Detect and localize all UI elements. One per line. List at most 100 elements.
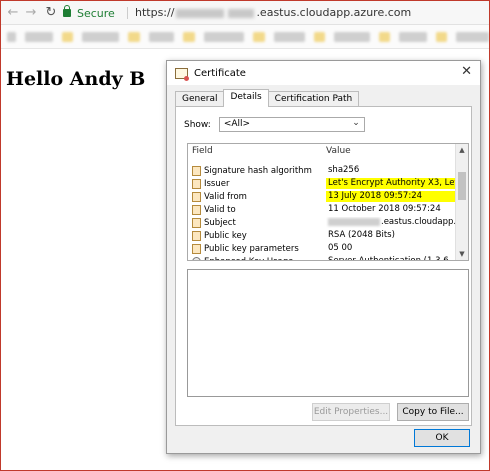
bookmark-item[interactable]	[398, 31, 427, 42]
field-value: Server Authentication (1.3.6....	[328, 256, 456, 261]
bookmark-folder-icon[interactable]	[378, 31, 390, 42]
scroll-up-icon[interactable]: ▲	[456, 144, 468, 156]
list-scrollbar[interactable]: ▲ ▼	[455, 144, 468, 260]
table-row[interactable]: Valid to 11 October 2018 09:57:24	[188, 203, 456, 216]
url-prefix: https://	[135, 6, 175, 19]
forward-arrow-icon[interactable]: →	[23, 5, 39, 21]
certificate-dialog: Certificate ✕ General Details Certificat…	[166, 60, 481, 454]
url-field[interactable]: https:// .eastus.cloudapp.azure.com	[135, 6, 411, 19]
bookmarks-bar	[1, 25, 489, 49]
show-filter: Show: <All> ⌄	[184, 117, 365, 132]
bookmark-folder-icon[interactable]	[128, 31, 140, 42]
value-cell: 11 October 2018 09:57:24	[326, 204, 456, 215]
show-label: Show:	[184, 119, 211, 130]
value-cell: sha256	[326, 165, 456, 176]
bookmark-item[interactable]	[334, 31, 370, 42]
bookmark-folder-icon[interactable]	[314, 31, 326, 42]
bookmark-item[interactable]	[82, 31, 120, 42]
edit-properties-button[interactable]: Edit Properties...	[312, 403, 390, 421]
close-icon[interactable]: ✕	[461, 64, 472, 80]
bookmark-folder-icon[interactable]	[253, 31, 265, 42]
field-name: Subject	[204, 217, 236, 228]
value-cell: Let's Encrypt Authority X3, Let...	[326, 178, 456, 189]
field-name: Issuer	[204, 178, 230, 189]
list-header: Field Value	[188, 144, 468, 158]
bookmark-folder-icon[interactable]	[62, 31, 74, 42]
column-header-value[interactable]: Value	[326, 146, 468, 158]
value-cell: Server Authentication (1.3.6....	[326, 256, 456, 261]
table-row[interactable]: Issuer Let's Encrypt Authority X3, Let...	[188, 177, 456, 190]
table-row[interactable]: Signature hash algorithm sha256	[188, 164, 456, 177]
table-row[interactable]: Public key parameters 05 00	[188, 242, 456, 255]
field-cell: Issuer	[188, 178, 326, 189]
certificate-icon	[175, 67, 189, 81]
url-redacted	[228, 8, 255, 18]
bookmark-item[interactable]	[25, 31, 54, 42]
copy-to-file-button[interactable]: Copy to File...	[397, 403, 469, 421]
back-arrow-icon[interactable]: ←	[5, 5, 21, 21]
field-icon	[192, 243, 201, 254]
field-icon	[192, 217, 201, 228]
field-name: Valid from	[204, 191, 247, 202]
column-header-field[interactable]: Field	[188, 146, 326, 158]
chevron-down-icon: ⌄	[352, 118, 360, 128]
field-name: Valid to	[204, 204, 236, 215]
field-value: Let's Encrypt Authority X3, Let...	[328, 178, 456, 188]
bookmark-folder-icon[interactable]	[435, 31, 447, 42]
field-rows: Signature hash algorithm sha256 Issuer Let'…	[188, 164, 456, 261]
dialog-titlebar[interactable]: Certificate ✕	[167, 61, 480, 85]
field-icon	[192, 165, 201, 176]
dialog-title: Certificate	[194, 67, 246, 79]
tab-strip: General Details Certification Path	[175, 89, 360, 107]
security-indicator[interactable]: Secure	[63, 5, 115, 21]
field-value: 11 October 2018 09:57:24	[328, 204, 441, 214]
bookmark-item[interactable]	[148, 31, 175, 42]
tab-general[interactable]: General	[175, 91, 225, 107]
details-panel: Show: <All> ⌄ Field Value Signature hash…	[175, 106, 472, 426]
show-dropdown[interactable]: <All> ⌄	[218, 117, 365, 132]
bookmark-item[interactable]	[203, 31, 245, 42]
extension-icon	[192, 256, 201, 260]
field-icon	[192, 230, 201, 241]
url-redacted	[176, 8, 225, 18]
field-cell: Signature hash algorithm	[188, 165, 326, 176]
table-row[interactable]: Valid from 13 July 2018 09:57:24	[188, 190, 456, 203]
field-list: Field Value Signature hash algorithm sha2…	[187, 143, 469, 261]
field-value: RSA (2048 Bits)	[328, 230, 395, 240]
field-detail-box[interactable]	[187, 269, 469, 397]
bookmark-folder-icon[interactable]	[183, 31, 195, 42]
scroll-thumb[interactable]	[458, 172, 466, 200]
ok-button[interactable]: OK	[414, 429, 470, 447]
url-suffix: .eastus.cloudapp.azure.com	[256, 6, 412, 19]
field-cell: Enhanced Key Usage	[188, 256, 326, 261]
field-icon	[192, 178, 201, 189]
tab-certification-path[interactable]: Certification Path	[267, 91, 360, 107]
field-icon	[192, 204, 201, 215]
field-name: Enhanced Key Usage	[204, 257, 293, 261]
field-value: 13 July 2018 09:57:24	[328, 191, 423, 201]
security-label: Secure	[77, 6, 115, 20]
field-value: 05 00	[328, 243, 353, 253]
scroll-down-icon[interactable]: ▼	[456, 248, 468, 260]
tab-details[interactable]: Details	[223, 89, 269, 107]
field-name: Public key parameters	[204, 243, 299, 254]
table-row[interactable]: Public key RSA (2048 Bits)	[188, 229, 456, 242]
field-name: Signature hash algorithm	[204, 165, 312, 176]
bookmark-icon[interactable]	[7, 31, 17, 42]
bookmark-item[interactable]	[455, 31, 489, 42]
field-icon	[192, 191, 201, 202]
reload-icon[interactable]: ↻	[43, 5, 59, 21]
value-cell: RSA (2048 Bits)	[326, 230, 456, 241]
value-cell: 13 July 2018 09:57:24	[326, 191, 456, 202]
table-row[interactable]: Enhanced Key Usage Server Authentication …	[188, 255, 456, 261]
field-cell: Valid to	[188, 204, 326, 215]
bookmark-item[interactable]	[273, 31, 306, 42]
redacted-text	[328, 217, 380, 226]
table-row[interactable]: Subject .eastus.cloudapp...	[188, 216, 456, 229]
field-cell: Valid from	[188, 191, 326, 202]
value-cell: 05 00	[326, 243, 456, 254]
value-cell: .eastus.cloudapp...	[326, 217, 456, 228]
show-selected-value: <All>	[223, 119, 251, 129]
field-name: Public key	[204, 230, 247, 241]
lock-icon	[63, 5, 71, 17]
